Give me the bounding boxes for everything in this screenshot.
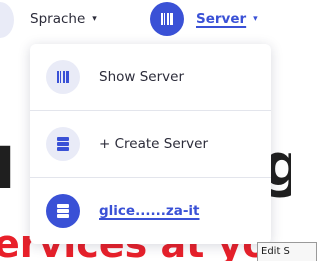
create-server-label: + Create Server — [99, 136, 209, 152]
server-dropdown: Show Server + Create Server glice......z… — [30, 44, 271, 244]
page-heading-left: I — [0, 134, 16, 202]
chevron-down-icon: ▾ — [92, 14, 97, 24]
language-menu[interactable]: Sprache ▾ — [30, 0, 97, 38]
server-stack-icon — [46, 127, 80, 161]
barcode-server-icon — [46, 60, 80, 94]
barcode-server-icon — [160, 13, 174, 25]
show-server-item[interactable]: Show Server — [30, 44, 271, 110]
server-menu[interactable]: Server ▾ — [150, 0, 258, 38]
server-stack-icon — [46, 194, 80, 228]
server-menu-label: Server — [196, 11, 247, 27]
tooltip: Edit S — [257, 242, 317, 261]
create-server-item[interactable]: + Create Server — [30, 111, 271, 177]
server-entry-item[interactable]: glice......za-it — [30, 178, 271, 244]
language-menu-label: Sprache — [30, 11, 86, 27]
chevron-down-icon: ▾ — [253, 14, 258, 24]
server-entry-link[interactable]: glice......za-it — [99, 203, 200, 219]
server-badge-icon — [150, 2, 184, 36]
show-server-label: Show Server — [99, 69, 184, 85]
nav-item-partial[interactable] — [0, 2, 14, 38]
